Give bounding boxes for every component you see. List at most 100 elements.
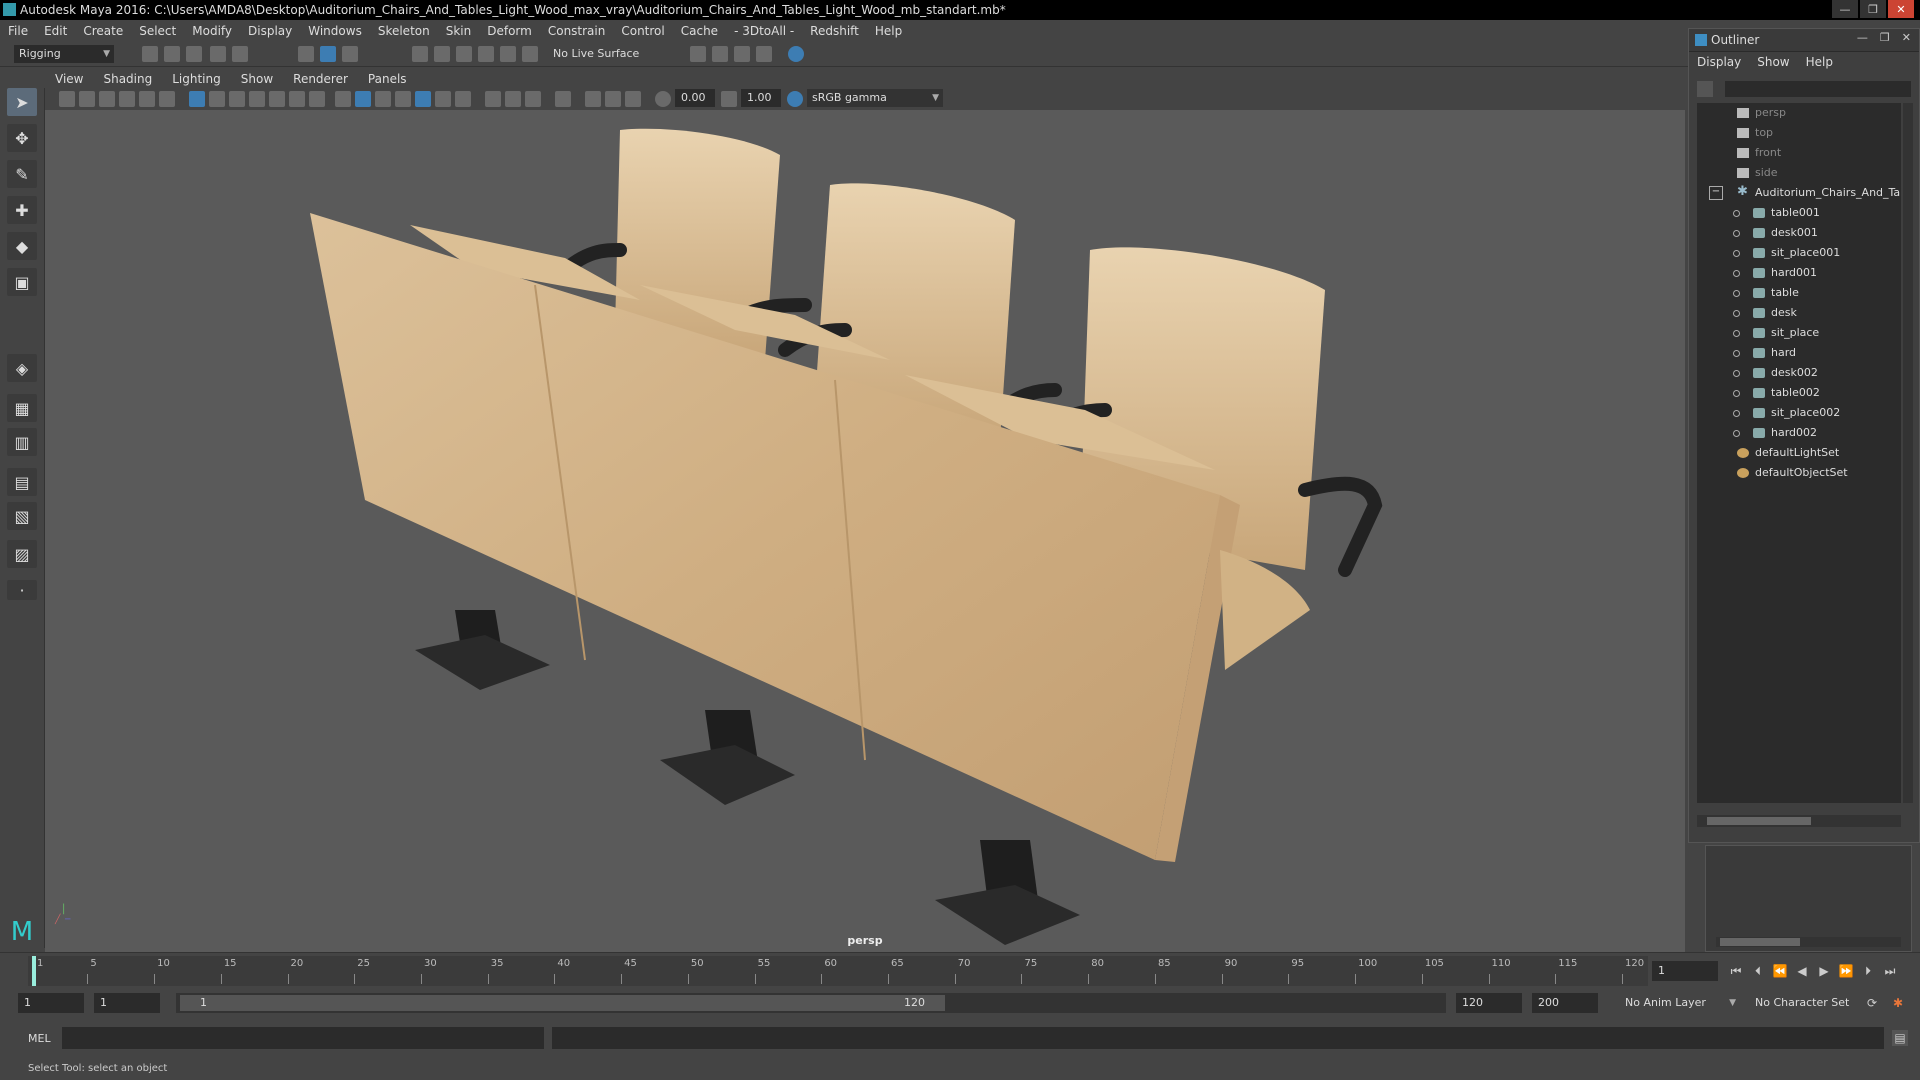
ipr-render-icon[interactable] <box>734 46 750 62</box>
viewport-menu-panels[interactable]: Panels <box>358 72 417 86</box>
lower-panel-scrollbar[interactable] <box>1716 937 1901 947</box>
new-scene-icon[interactable] <box>142 46 158 62</box>
play-backward-icon[interactable]: ◀ <box>1794 963 1810 979</box>
view-transform-dropdown[interactable]: sRGB gamma ▼ <box>807 89 943 107</box>
outliner-vertical-scrollbar[interactable] <box>1903 103 1913 803</box>
safe-title-icon[interactable] <box>309 91 325 107</box>
perspective-viewport[interactable]: │ ╱ ─ persp <box>45 110 1685 952</box>
outliner-search-input[interactable] <box>1725 81 1911 97</box>
playback-start-field[interactable]: 1 <box>94 993 160 1013</box>
collapse-icon[interactable]: − <box>1709 186 1723 200</box>
step-back-icon[interactable]: ⏴ <box>1750 963 1766 979</box>
viewport-menu-renderer[interactable]: Renderer <box>283 72 358 86</box>
anim-layer-dropdown[interactable]: No Anim Layer ▼ <box>1620 993 1740 1013</box>
gate-mask-icon[interactable] <box>249 91 265 107</box>
menu-create[interactable]: Create <box>75 24 131 38</box>
outliner-item[interactable]: hard <box>1697 343 1901 363</box>
outliner-item[interactable]: table001 <box>1697 203 1901 223</box>
outliner-horizontal-scrollbar[interactable] <box>1697 815 1901 827</box>
isolate-select-icon[interactable] <box>555 91 571 107</box>
menu-help[interactable]: Help <box>867 24 910 38</box>
anti-aliasing-icon[interactable] <box>525 91 541 107</box>
outliner-restore-button[interactable]: ❐ <box>1880 31 1890 44</box>
menu-file[interactable]: File <box>0 24 36 38</box>
xray-icon[interactable] <box>585 91 601 107</box>
live-surface-field[interactable]: No Live Surface <box>548 45 648 63</box>
snap-surface-icon[interactable] <box>500 46 516 62</box>
outliner-item[interactable]: sit_place <box>1697 323 1901 343</box>
paint-select-tool-icon[interactable]: ✎ <box>7 160 37 188</box>
safe-action-icon[interactable] <box>289 91 305 107</box>
outliner-item[interactable]: front <box>1697 143 1901 163</box>
outliner-item[interactable]: desk001 <box>1697 223 1901 243</box>
select-object-icon[interactable] <box>320 46 336 62</box>
select-hierarchy-icon[interactable] <box>298 46 314 62</box>
close-button[interactable]: ✕ <box>1888 0 1914 18</box>
outliner-item[interactable]: persp <box>1697 103 1901 123</box>
step-forward-icon[interactable]: ⏵ <box>1860 963 1876 979</box>
outliner-minimize-button[interactable]: — <box>1857 31 1868 44</box>
script-language-label[interactable]: MEL <box>28 1032 51 1045</box>
range-slider-handle[interactable]: 1 120 <box>180 995 945 1011</box>
go-to-end-icon[interactable]: ⏭ <box>1882 963 1898 979</box>
menu-windows[interactable]: Windows <box>300 24 370 38</box>
outliner-item[interactable]: top <box>1697 123 1901 143</box>
step-back-key-icon[interactable]: ⏪ <box>1772 963 1788 979</box>
outliner-menu-display[interactable]: Display <box>1689 55 1749 69</box>
exposure-icon[interactable] <box>655 91 671 107</box>
step-forward-key-icon[interactable]: ⏩ <box>1838 963 1854 979</box>
move-tool-icon[interactable]: ✚ <box>7 196 37 224</box>
filter-icon[interactable] <box>1697 81 1713 97</box>
command-input[interactable] <box>62 1027 544 1049</box>
scrollbar-thumb[interactable] <box>1720 938 1800 946</box>
outliner-item[interactable]: hard001 <box>1697 263 1901 283</box>
outliner-item[interactable]: table <box>1697 283 1901 303</box>
auto-key-icon[interactable]: ⟳ <box>1864 995 1880 1011</box>
scrollbar-thumb[interactable] <box>1707 817 1811 825</box>
range-slider-track[interactable]: 1 120 <box>176 993 1446 1013</box>
film-gate-icon[interactable] <box>209 91 225 107</box>
xray-components-icon[interactable] <box>625 91 641 107</box>
outliner-item[interactable]: defaultLightSet <box>1697 443 1901 463</box>
redo-icon[interactable] <box>232 46 248 62</box>
current-frame-marker[interactable] <box>32 956 36 986</box>
menu-select[interactable]: Select <box>131 24 184 38</box>
menu-constrain[interactable]: Constrain <box>540 24 614 38</box>
shadows-icon[interactable] <box>455 91 471 107</box>
layout-two-icon[interactable]: ▥ <box>7 428 37 456</box>
grid-icon[interactable] <box>189 91 205 107</box>
outliner-item[interactable]: desk002 <box>1697 363 1901 383</box>
scale-tool-icon[interactable]: ▣ <box>7 268 37 296</box>
snap-vertex-icon[interactable] <box>522 46 538 62</box>
minimize-button[interactable]: — <box>1832 0 1858 18</box>
select-tool-icon[interactable]: ➤ <box>7 88 37 116</box>
layout-three-icon[interactable]: ▧ <box>7 502 37 530</box>
layout-outliner-icon[interactable]: ▤ <box>7 468 37 496</box>
undo-icon[interactable] <box>210 46 226 62</box>
layout-more-icon[interactable]: · <box>7 580 37 600</box>
animation-start-field[interactable]: 1 <box>18 993 84 1013</box>
viewport-menu-lighting[interactable]: Lighting <box>162 72 231 86</box>
smooth-shade-icon[interactable] <box>355 91 371 107</box>
animation-end-field[interactable]: 200 <box>1532 993 1598 1013</box>
image-plane-icon[interactable] <box>119 91 135 107</box>
animation-preferences-icon[interactable]: ✱ <box>1890 995 1906 1011</box>
outliner-item[interactable]: table002 <box>1697 383 1901 403</box>
playback-end-field[interactable]: 120 <box>1456 993 1522 1013</box>
outliner-item[interactable]: − ✱ Auditorium_Chairs_And_Tal <box>1697 183 1901 203</box>
menu-skin[interactable]: Skin <box>438 24 480 38</box>
menu-3dtoall[interactable]: - 3DtoAll - <box>726 24 802 38</box>
outliner-item[interactable]: defaultObjectSet <box>1697 463 1901 483</box>
xray-joints-icon[interactable] <box>605 91 621 107</box>
menu-deform[interactable]: Deform <box>479 24 540 38</box>
two-d-pan-icon[interactable] <box>139 91 155 107</box>
render-view-icon[interactable] <box>756 46 772 62</box>
exposure-field[interactable]: 0.00 <box>675 89 715 107</box>
snap-curve-icon[interactable] <box>434 46 450 62</box>
resolution-gate-icon[interactable] <box>229 91 245 107</box>
viewport-menu-view[interactable]: View <box>45 72 93 86</box>
camera-select-icon[interactable] <box>59 91 75 107</box>
render-frame-icon[interactable] <box>712 46 728 62</box>
menu-redshift[interactable]: Redshift <box>802 24 867 38</box>
outliner-close-button[interactable]: ✕ <box>1902 31 1911 44</box>
